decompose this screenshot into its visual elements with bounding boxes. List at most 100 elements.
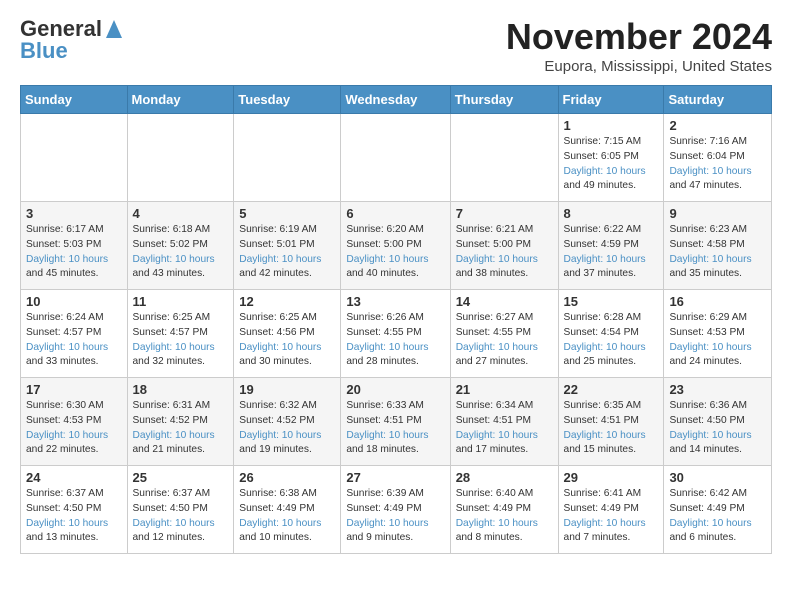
col-sunday: Sunday xyxy=(21,86,128,114)
calendar-cell: 28 Sunrise: 6:40 AMSunset: 4:49 PMDayligh… xyxy=(450,466,558,554)
cell-text: Sunrise: 6:24 AMSunset: 4:57 PMDaylight:… xyxy=(26,311,122,370)
day-number: 6 xyxy=(346,206,444,221)
day-number: 28 xyxy=(456,470,553,485)
cell-text: Sunrise: 6:39 AMSunset: 4:49 PMDaylight:… xyxy=(346,487,444,546)
day-number: 1 xyxy=(564,118,659,133)
logo-blue: Blue xyxy=(20,38,68,64)
calendar-cell: 14Sunrise: 6:27 AMSunset: 4:55 PMDayligh… xyxy=(450,290,558,378)
calendar-header: Sunday Monday Tuesday Wednesday Thursday… xyxy=(21,86,772,114)
page-container: General Blue November 2024 Eupora, Missi… xyxy=(0,0,792,570)
calendar-week-3: 10 Sunrise: 6:24 AMSunset: 4:57 PMDayligh… xyxy=(21,290,772,378)
cell-text: Sunrise: 6:35 AMSunset: 4:51 PMDaylight:… xyxy=(564,399,659,458)
cell-text: Sunrise: 6:19 AMSunset: 5:01 PMDaylight:… xyxy=(239,223,335,282)
cell-text: Sunrise: 6:32 AMSunset: 4:52 PMDaylight:… xyxy=(239,399,335,458)
cell-text: Sunrise: 6:37 AMSunset: 4:50 PMDaylight:… xyxy=(26,487,122,546)
calendar-cell: 21 Sunrise: 6:34 AMSunset: 4:51 PMDayligh… xyxy=(450,378,558,466)
calendar-cell: 15 Sunrise: 6:28 AMSunset: 4:54 PMDayligh… xyxy=(558,290,664,378)
day-number: 24 xyxy=(26,470,122,485)
day-number: 15 xyxy=(564,294,659,309)
cell-text: Sunrise: 6:37 AMSunset: 4:50 PMDaylight:… xyxy=(133,487,229,546)
day-number: 11 xyxy=(133,294,229,309)
calendar-cell: 29 Sunrise: 6:41 AMSunset: 4:49 PMDayligh… xyxy=(558,466,664,554)
cell-text: Sunrise: 6:42 AMSunset: 4:49 PMDaylight:… xyxy=(669,487,766,546)
header: General Blue November 2024 Eupora, Missi… xyxy=(20,16,772,75)
day-number: 12 xyxy=(239,294,335,309)
logo: General Blue xyxy=(20,16,124,64)
logo-icon xyxy=(104,18,124,40)
day-number: 21 xyxy=(456,382,553,397)
calendar-cell xyxy=(127,114,234,202)
calendar-cell: 10 Sunrise: 6:24 AMSunset: 4:57 PMDayligh… xyxy=(21,290,128,378)
day-number: 29 xyxy=(564,470,659,485)
calendar-cell: 8 Sunrise: 6:22 AMSunset: 4:59 PMDaylight… xyxy=(558,202,664,290)
calendar-week-5: 24 Sunrise: 6:37 AMSunset: 4:50 PMDayligh… xyxy=(21,466,772,554)
day-number: 5 xyxy=(239,206,335,221)
cell-text: Sunrise: 6:22 AMSunset: 4:59 PMDaylight:… xyxy=(564,223,659,282)
day-number: 9 xyxy=(669,206,766,221)
cell-text: Sunrise: 6:17 AMSunset: 5:03 PMDaylight:… xyxy=(26,223,122,282)
calendar-cell: 5 Sunrise: 6:19 AMSunset: 5:01 PMDaylight… xyxy=(234,202,341,290)
calendar-week-1: 1 Sunrise: 7:15 AMSunset: 6:05 PMDaylight… xyxy=(21,114,772,202)
calendar-cell: 27 Sunrise: 6:39 AMSunset: 4:49 PMDayligh… xyxy=(341,466,450,554)
cell-text: Sunrise: 6:38 AMSunset: 4:49 PMDaylight:… xyxy=(239,487,335,546)
col-monday: Monday xyxy=(127,86,234,114)
cell-text: Sunrise: 6:36 AMSunset: 4:50 PMDaylight:… xyxy=(669,399,766,458)
day-number: 26 xyxy=(239,470,335,485)
cell-text: Sunrise: 6:41 AMSunset: 4:49 PMDaylight:… xyxy=(564,487,659,546)
day-number: 2 xyxy=(669,118,766,133)
calendar-cell: 9 Sunrise: 6:23 AMSunset: 4:58 PMDaylight… xyxy=(664,202,772,290)
calendar-cell xyxy=(21,114,128,202)
cell-text: Sunrise: 6:20 AMSunset: 5:00 PMDaylight:… xyxy=(346,223,444,282)
cell-text: Sunrise: 7:16 AMSunset: 6:04 PMDaylight:… xyxy=(669,135,766,194)
calendar-cell: 19 Sunrise: 6:32 AMSunset: 4:52 PMDayligh… xyxy=(234,378,341,466)
col-thursday: Thursday xyxy=(450,86,558,114)
day-number: 27 xyxy=(346,470,444,485)
day-number: 17 xyxy=(26,382,122,397)
day-number: 23 xyxy=(669,382,766,397)
day-number: 16 xyxy=(669,294,766,309)
calendar-table: Sunday Monday Tuesday Wednesday Thursday… xyxy=(20,85,772,554)
calendar-cell xyxy=(234,114,341,202)
calendar-cell: 25 Sunrise: 6:37 AMSunset: 4:50 PMDayligh… xyxy=(127,466,234,554)
calendar-cell: 13 Sunrise: 6:26 AMSunset: 4:55 PMDayligh… xyxy=(341,290,450,378)
calendar-cell xyxy=(450,114,558,202)
cell-text: Sunrise: 6:40 AMSunset: 4:49 PMDaylight:… xyxy=(456,487,553,546)
cell-text: Sunrise: 6:34 AMSunset: 4:51 PMDaylight:… xyxy=(456,399,553,458)
day-number: 30 xyxy=(669,470,766,485)
location: Eupora, Mississippi, United States xyxy=(506,58,772,75)
calendar-cell: 4Sunrise: 6:18 AMSunset: 5:02 PMDaylight… xyxy=(127,202,234,290)
cell-text: Sunrise: 7:15 AMSunset: 6:05 PMDaylight:… xyxy=(564,135,659,194)
day-number: 3 xyxy=(26,206,122,221)
calendar-cell: 23 Sunrise: 6:36 AMSunset: 4:50 PMDayligh… xyxy=(664,378,772,466)
cell-text: Sunrise: 6:26 AMSunset: 4:55 PMDaylight:… xyxy=(346,311,444,370)
calendar-body: 1 Sunrise: 7:15 AMSunset: 6:05 PMDaylight… xyxy=(21,114,772,554)
cell-text: Sunrise: 6:29 AMSunset: 4:53 PMDaylight:… xyxy=(669,311,766,370)
calendar-cell: 2 Sunrise: 7:16 AMSunset: 6:04 PMDaylight… xyxy=(664,114,772,202)
day-number: 10 xyxy=(26,294,122,309)
col-saturday: Saturday xyxy=(664,86,772,114)
cell-text: Sunrise: 6:28 AMSunset: 4:54 PMDaylight:… xyxy=(564,311,659,370)
calendar-cell: 26 Sunrise: 6:38 AMSunset: 4:49 PMDayligh… xyxy=(234,466,341,554)
calendar-cell: 1 Sunrise: 7:15 AMSunset: 6:05 PMDaylight… xyxy=(558,114,664,202)
calendar-week-2: 3 Sunrise: 6:17 AMSunset: 5:03 PMDaylight… xyxy=(21,202,772,290)
calendar-cell: 24 Sunrise: 6:37 AMSunset: 4:50 PMDayligh… xyxy=(21,466,128,554)
calendar-cell: 22 Sunrise: 6:35 AMSunset: 4:51 PMDayligh… xyxy=(558,378,664,466)
calendar-cell: 11Sunrise: 6:25 AMSunset: 4:57 PMDayligh… xyxy=(127,290,234,378)
day-number: 22 xyxy=(564,382,659,397)
day-number: 7 xyxy=(456,206,553,221)
cell-text: Sunrise: 6:31 AMSunset: 4:52 PMDaylight:… xyxy=(133,399,229,458)
day-number: 19 xyxy=(239,382,335,397)
day-number: 13 xyxy=(346,294,444,309)
calendar-cell: 7Sunrise: 6:21 AMSunset: 5:00 PMDaylight… xyxy=(450,202,558,290)
cell-text: Sunrise: 6:23 AMSunset: 4:58 PMDaylight:… xyxy=(669,223,766,282)
calendar-cell: 12Sunrise: 6:25 AMSunset: 4:56 PMDayligh… xyxy=(234,290,341,378)
calendar-cell: 18 Sunrise: 6:31 AMSunset: 4:52 PMDayligh… xyxy=(127,378,234,466)
col-wednesday: Wednesday xyxy=(341,86,450,114)
day-number: 14 xyxy=(456,294,553,309)
day-number: 8 xyxy=(564,206,659,221)
col-friday: Friday xyxy=(558,86,664,114)
day-number: 25 xyxy=(133,470,229,485)
day-number: 18 xyxy=(133,382,229,397)
calendar-cell xyxy=(341,114,450,202)
calendar-week-4: 17Sunrise: 6:30 AMSunset: 4:53 PMDayligh… xyxy=(21,378,772,466)
